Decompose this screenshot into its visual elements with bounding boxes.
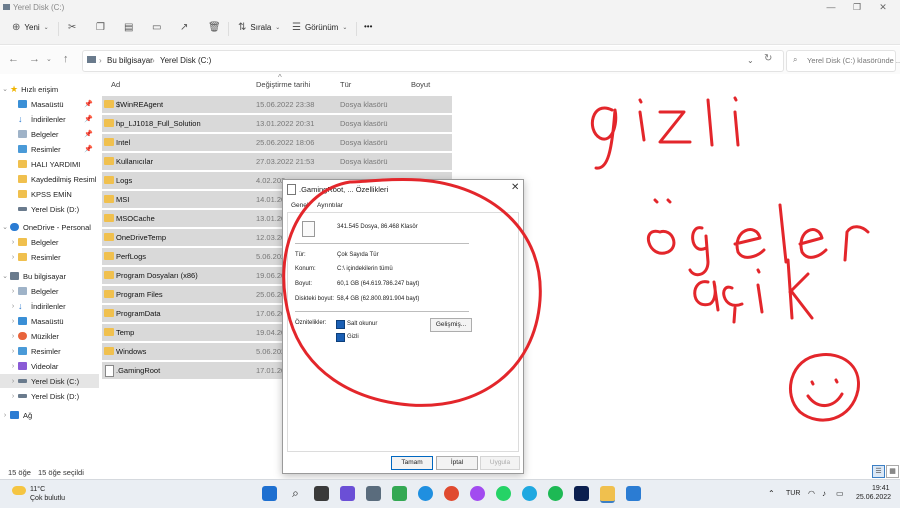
annotation-oval <box>282 177 542 407</box>
spotify-icon[interactable] <box>548 486 563 501</box>
clock-time[interactable]: 19:41 <box>872 485 890 492</box>
edge-icon[interactable] <box>418 486 433 501</box>
wifi-icon[interactable]: ◠ <box>808 489 815 498</box>
chat-icon[interactable] <box>340 486 355 501</box>
weather-widget[interactable]: 11°C Çok bulutlu <box>30 485 65 503</box>
handwritten-annotation <box>282 96 870 422</box>
weather-desc: Çok bulutlu <box>30 495 66 502</box>
weather-temp: 11°C <box>30 486 46 493</box>
whatsapp-icon[interactable] <box>496 486 511 501</box>
search-icon[interactable]: ⌕ <box>288 486 303 501</box>
tray-chevron-up-icon[interactable]: ⌃ <box>768 489 775 498</box>
file-explorer-icon[interactable] <box>600 486 615 503</box>
battery-icon[interactable]: ▭ <box>836 489 844 498</box>
volume-icon[interactable]: ♪ <box>822 489 826 498</box>
annotation-word-acik <box>693 258 814 324</box>
clock-date[interactable]: 25.06.2022 <box>856 494 891 501</box>
xbox-icon[interactable] <box>392 486 407 501</box>
store-icon[interactable] <box>626 486 641 501</box>
task-view-icon[interactable] <box>314 486 329 501</box>
language-indicator[interactable]: TUR <box>786 490 800 497</box>
weather-icon <box>12 486 26 495</box>
annotation-word-ogeler <box>647 198 870 277</box>
taskbar: 11°C Çok bulutlu ⌕ ⌃ TUR ◠ ♪ ▭ 19:41 25.… <box>0 479 900 508</box>
start-icon[interactable] <box>262 486 277 501</box>
annotation-word-gizli <box>590 96 740 170</box>
annotation-smiley <box>789 353 860 422</box>
skype-icon[interactable] <box>522 486 537 501</box>
chrome-icon[interactable] <box>444 486 459 501</box>
disney-plus-icon[interactable] <box>574 486 589 501</box>
messenger-icon[interactable] <box>470 486 485 501</box>
calculator-icon[interactable] <box>366 486 381 501</box>
